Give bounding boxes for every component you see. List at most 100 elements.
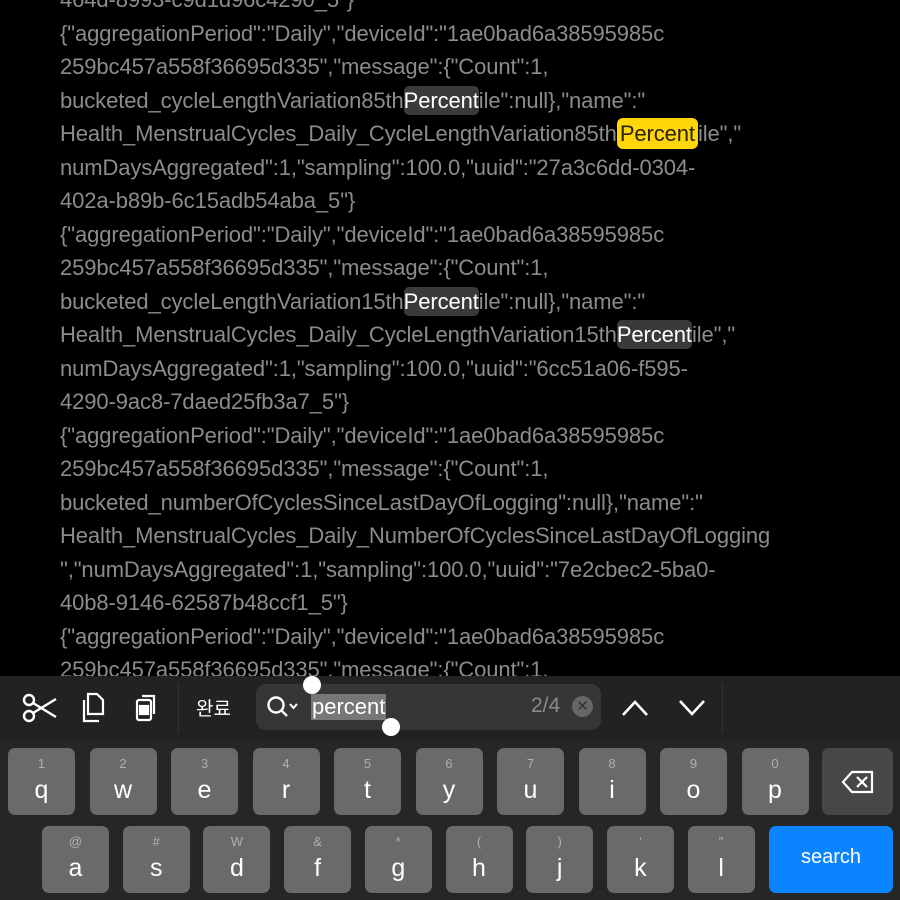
text-line: bucketed_cycleLengthVariation85thPercent… <box>60 84 900 118</box>
copy-icon[interactable] <box>76 690 112 726</box>
key-u[interactable]: 7u <box>497 748 564 815</box>
key-secondary-label: 0 <box>771 756 779 771</box>
key-s[interactable]: # s <box>122 826 190 893</box>
key-l[interactable]: " l <box>687 826 755 893</box>
text-line: 259bc457a558f36695d335","message":{"Coun… <box>60 50 900 84</box>
key-label: d <box>229 854 244 882</box>
key-label: q <box>34 776 49 804</box>
key-i[interactable]: 8i <box>578 748 646 815</box>
key-h[interactable]: (h <box>445 826 513 893</box>
text-line: Health_MenstrualCycles_Daily_NumberOfCyc… <box>60 519 900 553</box>
key-label: e <box>197 776 212 804</box>
text-line: numDaysAggregated":1,"sampling":100.0,"u… <box>60 352 900 386</box>
chevron-down-icon[interactable] <box>674 690 710 726</box>
search-key[interactable]: search <box>769 826 893 893</box>
text-segment: ile":null},"name":" <box>478 288 646 314</box>
backspace-key[interactable] <box>822 748 893 815</box>
text-line: ","numDaysAggregated":1,"sampling":100.0… <box>60 553 900 587</box>
divider <box>178 684 179 732</box>
key-r[interactable]: 4r <box>252 748 320 815</box>
key-secondary-label: ) <box>557 834 562 849</box>
match-highlight: Percent <box>403 286 479 316</box>
text-segment: bucketed_numberOfCyclesSinceLastDayOfLog… <box>60 489 703 515</box>
key-d[interactable]: Wd <box>203 826 271 893</box>
key-label: f <box>314 854 322 882</box>
key-e[interactable]: 3e <box>171 748 238 815</box>
backspace-icon <box>841 770 873 794</box>
text-line: {"aggregationPeriod":"Daily","deviceId":… <box>60 218 900 252</box>
text-line: {"aggregationPeriod":"Daily","deviceId":… <box>60 17 900 51</box>
text-segment: 259bc457a558f36695d335","message":{"Coun… <box>60 54 549 79</box>
find-input[interactable]: percent <box>311 694 387 720</box>
key-w[interactable]: 2w <box>89 748 157 815</box>
text-segment: 4290-9ac8-7daed25fb3a7_5"} <box>60 389 350 414</box>
clear-icon[interactable]: ✕ <box>572 696 593 717</box>
key-secondary-label: 4 <box>282 756 290 771</box>
match-highlight: Percent <box>616 320 692 349</box>
text-segment: 259bc457a558f36695d335","message":{"Coun… <box>60 255 549 280</box>
key-t[interactable]: 5t <box>334 748 401 815</box>
key-secondary-label: " <box>718 834 724 849</box>
key-label: y <box>442 776 456 804</box>
text-segment: {"aggregationPeriod":"Daily","deviceId":… <box>60 20 665 46</box>
text-segment: {"aggregationPeriod":"Daily","deviceId":… <box>60 422 665 448</box>
key-label: w <box>113 776 133 804</box>
current-match-highlight: Percent <box>616 118 698 149</box>
key-secondary-label: * <box>395 834 401 849</box>
text-line: bucketed_numberOfCyclesSinceLastDayOfLog… <box>60 486 900 520</box>
text-segment: {"aggregationPeriod":"Daily","deviceId":… <box>60 623 665 649</box>
selection-handle-end[interactable] <box>382 718 400 736</box>
key-o[interactable]: 9o <box>660 748 727 815</box>
search-key-label: search <box>800 846 862 868</box>
key-label: l <box>718 854 724 882</box>
selection-handle-start[interactable] <box>303 676 321 694</box>
text-segment: 402a-b89b-6c15adb54aba_5"} <box>60 188 356 213</box>
key-a[interactable]: @ a <box>42 826 109 893</box>
key-label: r <box>281 776 291 804</box>
key-secondary-label: 1 <box>37 756 46 771</box>
key-k[interactable]: ' k <box>606 826 674 893</box>
match-highlight: Percent <box>403 85 479 115</box>
text-segment: ile":null},"name":" <box>478 87 646 113</box>
key-secondary-label: ' <box>639 834 642 849</box>
key-label: p <box>768 776 782 804</box>
text-segment: Health_MenstrualCycles_Daily_CycleLength… <box>60 121 617 146</box>
key-label: a <box>68 854 83 882</box>
text-segment: Health_MenstrualCycles_Daily_NumberOfCyc… <box>60 523 771 548</box>
search-options-icon[interactable] <box>266 694 300 725</box>
find-toolbar: 완료 percent 2/4 ✕ <box>0 676 900 740</box>
text-segment: ile"," <box>691 322 736 347</box>
key-g[interactable]: * g <box>364 826 432 893</box>
done-button[interactable]: 완료 <box>196 694 231 721</box>
text-line: {"aggregationPeriod":"Daily","deviceId":… <box>60 620 900 654</box>
key-secondary-label: @ <box>68 834 83 849</box>
key-secondary-label: ( <box>476 834 482 849</box>
text-line: 259bc457a558f36695d335","message":{"Coun… <box>60 251 900 285</box>
text-line: 464d-8993-c9d1d96c4290_5"} <box>60 0 900 17</box>
key-y[interactable]: 6y <box>415 748 483 815</box>
key-j[interactable]: ) j <box>526 826 594 893</box>
key-label: i <box>609 776 615 804</box>
key-label: k <box>634 854 647 882</box>
key-secondary-label: 5 <box>363 756 372 771</box>
key-label: g <box>391 854 406 882</box>
text-line: 402a-b89b-6c15adb54aba_5"} <box>60 184 900 218</box>
text-segment: 259bc457a558f36695d335","message":{"Coun… <box>60 456 549 481</box>
text-line: Health_MenstrualCycles_Daily_CycleLength… <box>60 117 900 151</box>
key-p[interactable]: 0p <box>741 748 809 815</box>
text-segment: ile"," <box>697 121 742 146</box>
key-secondary-label: W <box>230 834 244 849</box>
paste-icon[interactable] <box>128 690 164 726</box>
key-f[interactable]: & f <box>284 826 352 893</box>
key-q[interactable]: 1q <box>8 748 75 815</box>
text-segment: {"aggregationPeriod":"Daily","deviceId":… <box>60 221 665 247</box>
key-label: j <box>556 854 563 882</box>
key-secondary-label: & <box>313 834 322 849</box>
key-secondary-label: 9 <box>689 756 698 771</box>
key-label: s <box>149 854 163 882</box>
chevron-up-icon[interactable] <box>617 690 653 726</box>
scissors-icon[interactable] <box>22 690 58 726</box>
key-label: h <box>472 854 486 882</box>
text-line: 40b8-9146-62587b48ccf1_5"} <box>60 586 900 620</box>
key-secondary-label: # <box>152 834 160 849</box>
